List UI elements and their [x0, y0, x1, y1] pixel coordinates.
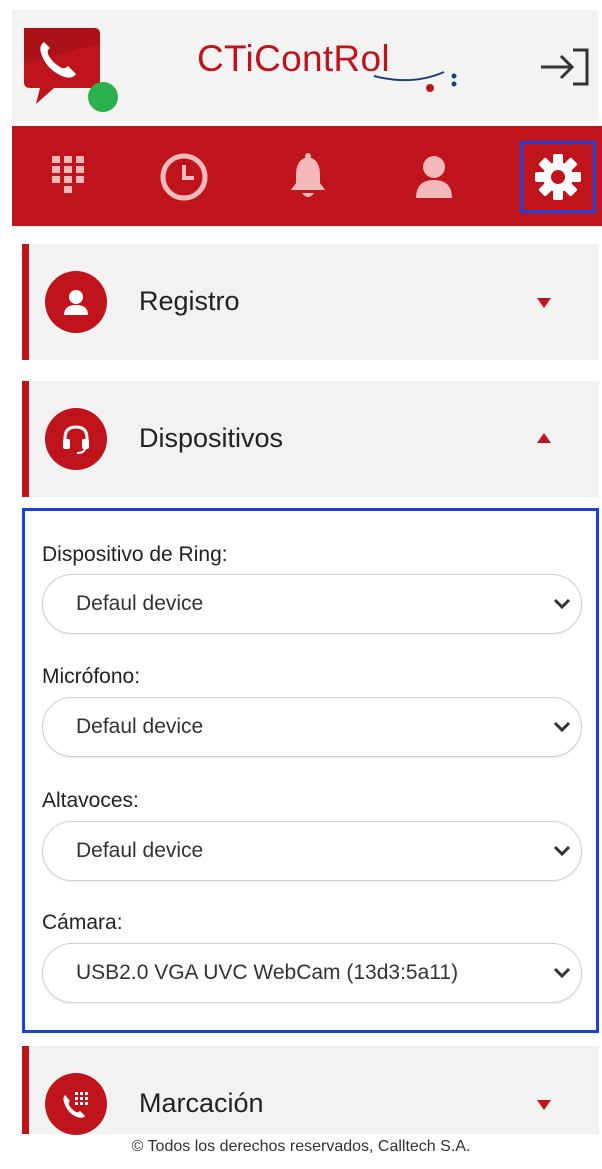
- section-title: Marcación: [139, 1088, 264, 1118]
- headset-icon: [45, 408, 107, 470]
- select-value: USB2.0 VGA UVC WebCam (13d3:5a11): [76, 961, 459, 984]
- brand-name: CTiContRol: [197, 38, 390, 79]
- nav-dialpad[interactable]: [30, 141, 106, 213]
- gear-icon: [535, 154, 581, 200]
- phone-dialpad-icon: [45, 1073, 107, 1135]
- history-clock-icon: [160, 153, 208, 201]
- caret-up-icon: [537, 433, 551, 443]
- section-dispositivos-header[interactable]: Dispositivos: [29, 381, 599, 497]
- nav-history[interactable]: [146, 141, 222, 213]
- brand-swoosh-icon: [373, 71, 457, 92]
- user-badge-icon: [45, 271, 107, 333]
- section-title: Dispositivos: [139, 423, 284, 453]
- phone-chat-logo: [18, 24, 118, 112]
- speakers-label: Altavoces:: [42, 789, 139, 812]
- chevron-down-icon: [553, 845, 571, 857]
- select-value: Defaul device: [76, 592, 204, 615]
- nav-settings[interactable]: [520, 141, 596, 213]
- section-registro-header[interactable]: Registro: [29, 244, 599, 360]
- camera-label: Cámara:: [42, 911, 123, 934]
- chevron-down-icon: [553, 721, 571, 733]
- camera-select[interactable]: USB2.0 VGA UVC WebCam (13d3:5a11): [42, 943, 582, 1003]
- select-value: Defaul device: [76, 839, 204, 862]
- section-marcacion-header[interactable]: Marcación: [29, 1046, 599, 1135]
- copyright-footer: © Todos los derechos reservados, Calltec…: [131, 1138, 471, 1155]
- devices-panel: Dispositivo de Ring: Defaul device Micró…: [22, 508, 599, 1033]
- section-title: Registro: [139, 286, 240, 316]
- logout-icon[interactable]: [537, 44, 593, 90]
- section-dispositivos: Dispositivos: [22, 381, 599, 497]
- speakers-select[interactable]: Defaul device: [42, 821, 582, 881]
- caret-down-icon: [537, 298, 551, 308]
- app-header: CTiContRol: [12, 10, 598, 122]
- section-marcacion: Marcación: [22, 1046, 599, 1135]
- user-icon: [416, 156, 452, 198]
- caret-down-icon: [537, 1100, 551, 1110]
- nav-user[interactable]: [396, 141, 472, 213]
- bell-icon: [291, 153, 325, 197]
- select-value: Defaul device: [76, 715, 204, 738]
- chevron-down-icon: [553, 967, 571, 979]
- ring-device-select[interactable]: Defaul device: [42, 574, 582, 634]
- microphone-label: Micrófono:: [42, 665, 141, 688]
- ring-device-label: Dispositivo de Ring:: [42, 543, 228, 566]
- nav-notifications[interactable]: [270, 141, 346, 213]
- chevron-down-icon: [553, 598, 571, 610]
- dialpad-icon: [52, 156, 84, 193]
- microphone-select[interactable]: Defaul device: [42, 697, 582, 757]
- section-registro: Registro: [22, 244, 599, 360]
- main-navbar: [12, 126, 602, 226]
